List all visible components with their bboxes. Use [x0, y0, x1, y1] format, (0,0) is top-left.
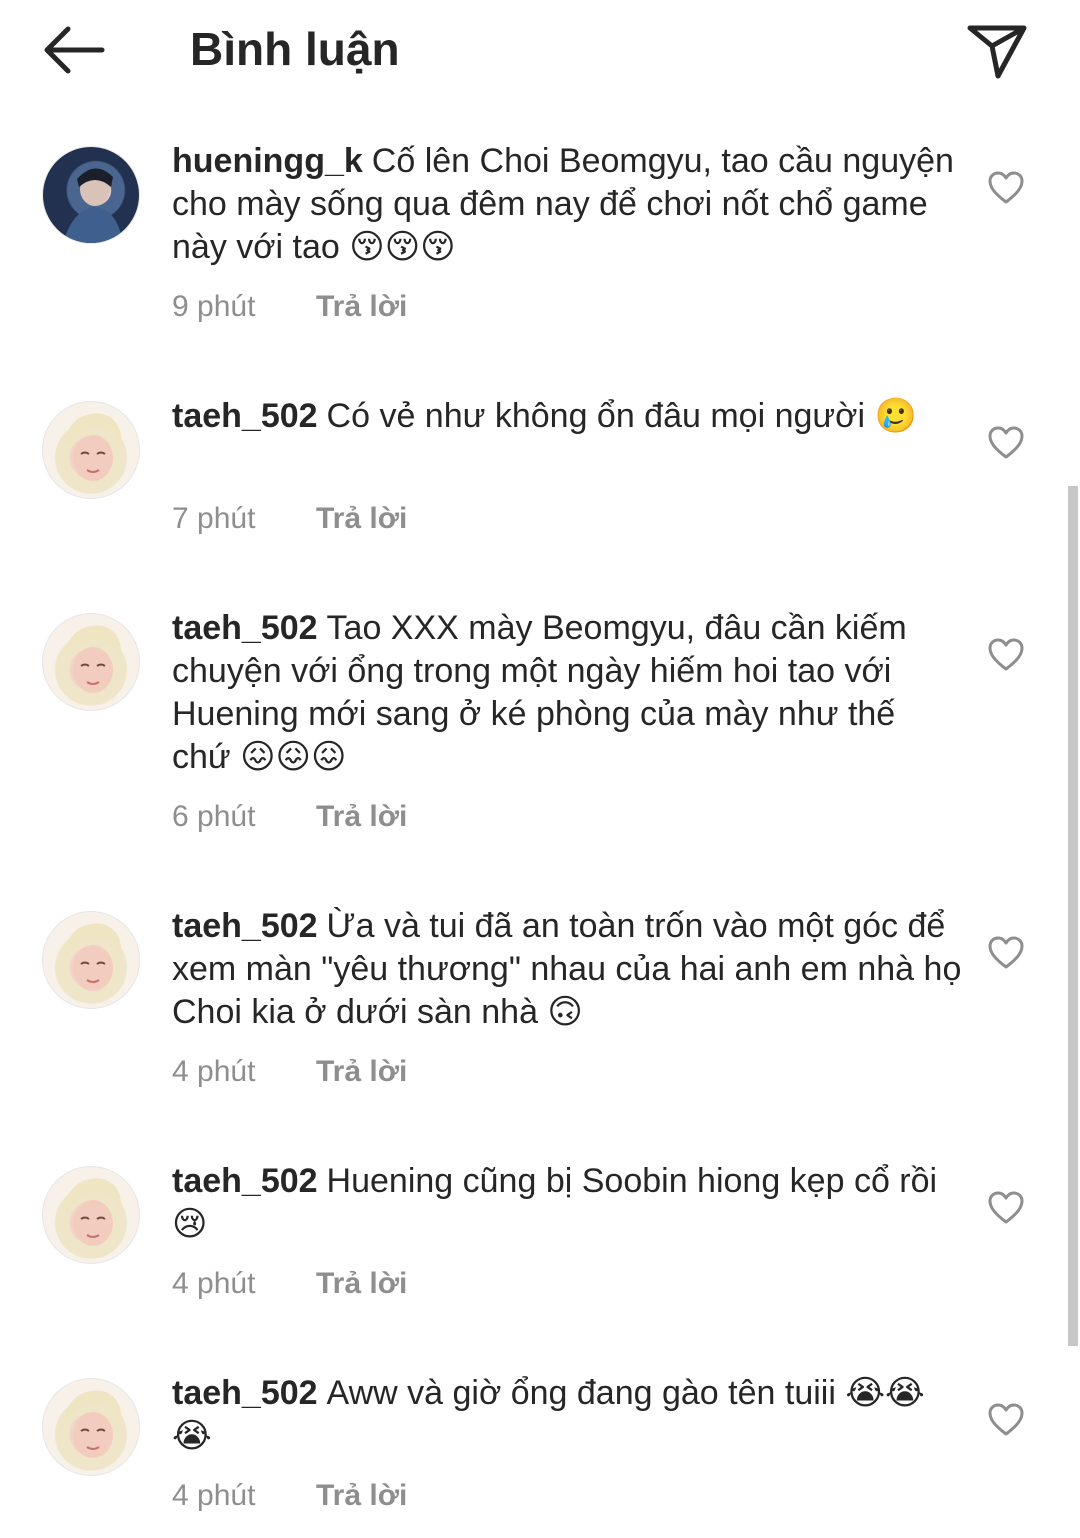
comment-username[interactable]: taeh_502	[172, 397, 318, 435]
heart-icon	[988, 1403, 1024, 1436]
comment-body: taeh_502 Huening cũng bị Soobin hiong kẹp…	[172, 1160, 962, 1246]
comment-body: taeh_502 Có vẻ như không ổn đâu mọi người…	[172, 395, 962, 438]
page-title: Bình luận	[190, 23, 400, 75]
comment-time: 4 phút	[172, 1055, 256, 1088]
paper-plane-icon	[967, 25, 1027, 79]
avatar[interactable]	[42, 613, 140, 711]
heart-icon	[988, 638, 1024, 671]
reply-button[interactable]: Trả lời	[316, 1055, 407, 1088]
comment-username[interactable]: hueningg_k	[172, 142, 363, 180]
like-button[interactable]	[986, 168, 1026, 208]
comment-meta: 9 phút Trả lời	[172, 290, 407, 324]
comment-meta: 4 phút Trả lời	[172, 1267, 407, 1301]
top-bar: Bình luận	[0, 0, 1080, 100]
comment-time: 4 phút	[172, 1479, 256, 1512]
heart-icon	[988, 171, 1024, 204]
back-button[interactable]	[38, 20, 110, 80]
reply-button[interactable]: Trả lời	[316, 800, 407, 833]
comment-time: 4 phút	[172, 1267, 256, 1300]
avatar[interactable]	[42, 401, 140, 499]
comment-body: taeh_502 Ừa và tui đã an toàn trốn vào mộ…	[172, 905, 962, 1034]
share-button[interactable]	[962, 18, 1032, 84]
heart-icon	[988, 426, 1024, 459]
avatar[interactable]	[42, 1166, 140, 1264]
reply-button[interactable]: Trả lời	[316, 290, 407, 323]
comment-meta: 6 phút Trả lời	[172, 800, 407, 834]
avatar-image	[63, 168, 123, 243]
like-button[interactable]	[986, 1400, 1026, 1440]
comment-meta: 7 phút Trả lời	[172, 502, 407, 536]
heart-icon	[988, 936, 1024, 969]
comment-time: 6 phút	[172, 800, 256, 833]
reply-button[interactable]: Trả lời	[316, 502, 407, 535]
avatar[interactable]	[42, 146, 140, 244]
comment-body: taeh_502 Tao XXX mày Beomgyu, đâu cần kiế…	[172, 607, 962, 779]
comment-body: taeh_502 Aww và giờ ổng đang gào tên tuii…	[172, 1372, 962, 1458]
reply-button[interactable]: Trả lời	[316, 1267, 407, 1300]
comment-time: 9 phút	[172, 290, 256, 323]
like-button[interactable]	[986, 423, 1026, 463]
comment-username[interactable]: taeh_502	[172, 609, 318, 647]
comment-body: hueningg_k Cố lên Choi Beomgyu, tao cầu n…	[172, 140, 962, 269]
comment-meta: 4 phút Trả lời	[172, 1055, 407, 1089]
like-button[interactable]	[986, 635, 1026, 675]
comment-username[interactable]: taeh_502	[172, 1374, 318, 1412]
comment-time: 7 phút	[172, 502, 256, 535]
like-button[interactable]	[986, 1188, 1026, 1228]
avatar[interactable]	[42, 1378, 140, 1476]
avatar-image	[63, 1390, 122, 1458]
avatar-image	[63, 923, 122, 991]
avatar-image	[63, 625, 122, 693]
comment-username[interactable]: taeh_502	[172, 907, 318, 945]
avatar-image	[63, 1178, 122, 1246]
comment-username[interactable]: taeh_502	[172, 1162, 318, 1200]
like-button[interactable]	[986, 933, 1026, 973]
comment-text: Có vẻ như không ổn đâu mọi người 🥲	[326, 397, 917, 435]
heart-icon	[988, 1191, 1024, 1224]
reply-button[interactable]: Trả lời	[316, 1479, 407, 1512]
avatar[interactable]	[42, 911, 140, 1009]
arrow-left-icon	[44, 26, 105, 74]
avatar-image	[63, 413, 122, 481]
scrollbar[interactable]	[1068, 486, 1078, 1346]
comment-meta: 4 phút Trả lời	[172, 1479, 407, 1513]
